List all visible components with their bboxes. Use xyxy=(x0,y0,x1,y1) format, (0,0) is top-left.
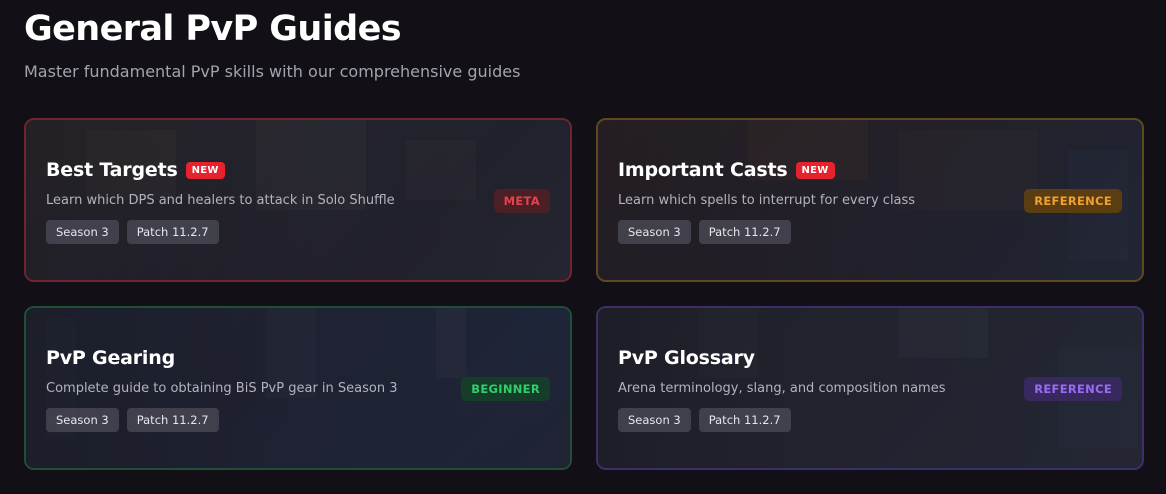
category-badge-meta: META xyxy=(493,189,550,213)
card-tags: Season 3 Patch 11.2.7 xyxy=(618,408,791,432)
tag-patch: Patch 11.2.7 xyxy=(698,408,791,432)
category-badge-beginner: BEGINNER xyxy=(461,377,550,401)
card-description: Learn which DPS and healers to attack in… xyxy=(46,193,395,208)
card-description: Learn which spells to interrupt for ever… xyxy=(618,193,916,208)
guide-card-best-targets[interactable]: Best Targets NEW Learn which DPS and hea… xyxy=(24,118,572,282)
new-badge: NEW xyxy=(795,161,835,179)
guide-card-pvp-gearing[interactable]: PvP Gearing Complete guide to obtaining … xyxy=(24,306,572,470)
card-tags: Season 3 Patch 11.2.7 xyxy=(46,220,219,244)
tag-season: Season 3 xyxy=(46,220,119,244)
guides-page: General PvP Guides Master fundamental Pv… xyxy=(0,0,1166,494)
card-tags: Season 3 Patch 11.2.7 xyxy=(46,408,219,432)
category-badge-reference: REFERENCE xyxy=(1024,377,1122,401)
card-title: Important Casts xyxy=(618,159,788,181)
card-description: Arena terminology, slang, and compositio… xyxy=(618,381,946,396)
tag-patch: Patch 11.2.7 xyxy=(698,220,791,244)
new-badge: NEW xyxy=(185,161,225,179)
card-description: Complete guide to obtaining BiS PvP gear… xyxy=(46,381,398,396)
page-title: General PvP Guides xyxy=(24,9,402,49)
tag-patch: Patch 11.2.7 xyxy=(126,220,219,244)
category-badge-reference: REFERENCE xyxy=(1024,189,1122,213)
tag-patch: Patch 11.2.7 xyxy=(126,408,219,432)
guide-card-pvp-glossary[interactable]: PvP Glossary Arena terminology, slang, a… xyxy=(596,306,1144,470)
tag-season: Season 3 xyxy=(618,220,691,244)
card-title: Best Targets xyxy=(46,159,178,181)
card-tags: Season 3 Patch 11.2.7 xyxy=(618,220,791,244)
card-title: PvP Gearing xyxy=(46,347,175,369)
guide-card-important-casts[interactable]: Important Casts NEW Learn which spells t… xyxy=(596,118,1144,282)
card-title: PvP Glossary xyxy=(618,347,755,369)
tag-season: Season 3 xyxy=(618,408,691,432)
page-subtitle: Master fundamental PvP skills with our c… xyxy=(24,62,521,81)
tag-season: Season 3 xyxy=(46,408,119,432)
